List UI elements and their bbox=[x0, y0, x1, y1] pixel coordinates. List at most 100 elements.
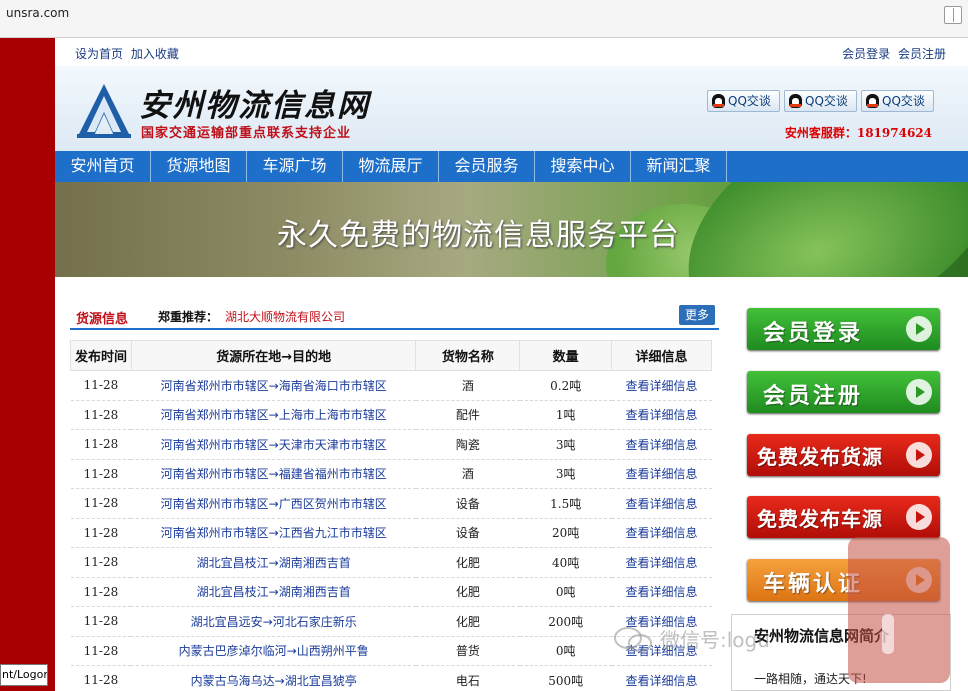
leaf-decoration bbox=[655, 182, 968, 277]
table-row: 11-28 河南省郑州市市辖区→江西省九江市市辖区 设备 20吨 查看详细信息 bbox=[70, 518, 712, 548]
cell-route-link[interactable]: 内蒙古乌海乌达→湖北宜昌猇亭 bbox=[131, 665, 416, 691]
publish-cargo-button[interactable]: 免费发布货源 bbox=[747, 434, 940, 476]
qq-chat-label: QQ交谈 bbox=[805, 94, 848, 108]
site-title[interactable]: 安州物流信息网 bbox=[139, 80, 370, 125]
cell-route-link[interactable]: 河南省郑州市市辖区→江西省九江市市辖区 bbox=[131, 518, 416, 548]
cell-quantity: 20吨 bbox=[519, 518, 612, 548]
wechat-icon bbox=[614, 627, 652, 652]
url-text[interactable]: unsra.com bbox=[6, 6, 69, 20]
cell-route-link[interactable]: 湖北宜昌枝江→湖南湘西吉首 bbox=[131, 577, 416, 607]
view-detail-link[interactable]: 查看详细信息 bbox=[611, 370, 712, 401]
cell-quantity: 0吨 bbox=[519, 577, 612, 607]
top-links-bar: 设为首页 加入收藏 会员登录 会员注册 bbox=[55, 38, 968, 66]
cell-goods: 化肥 bbox=[415, 547, 520, 578]
cell-goods: 酒 bbox=[415, 459, 520, 489]
cell-route-link[interactable]: 湖北宜昌远安→河北石家庄新乐 bbox=[131, 606, 416, 637]
table-row: 11-28 河南省郑州市市辖区→广西区贺州市市辖区 设备 1.5吨 查看详细信息 bbox=[70, 488, 712, 519]
column-header-route: 货源所在地→目的地 bbox=[130, 340, 417, 371]
nav-vehicle-square[interactable]: 车源广场 bbox=[247, 151, 343, 182]
cell-quantity: 3吨 bbox=[519, 459, 612, 489]
nav-home[interactable]: 安州首页 bbox=[55, 151, 151, 182]
add-favorite-link[interactable]: 加入收藏 bbox=[131, 47, 179, 61]
qq-penguin-icon bbox=[712, 94, 725, 108]
reader-view-icon[interactable] bbox=[944, 6, 962, 24]
cell-quantity: 500吨 bbox=[519, 665, 612, 691]
cargo-section-title[interactable]: 货源信息 bbox=[76, 308, 128, 327]
cell-route-link[interactable]: 河南省郑州市市辖区→上海市上海市市辖区 bbox=[131, 400, 416, 430]
member-login-link[interactable]: 会员登录 bbox=[842, 47, 890, 61]
button-label: 会员登录 bbox=[763, 321, 864, 346]
qq-penguin-icon bbox=[866, 94, 879, 108]
nav-logistics-hall[interactable]: 物流展厅 bbox=[343, 151, 439, 182]
table-row: 11-28 河南省郑州市市辖区→上海市上海市市辖区 配件 1吨 查看详细信息 bbox=[70, 400, 712, 430]
member-register-link[interactable]: 会员注册 bbox=[898, 47, 946, 61]
cell-route-link[interactable]: 河南省郑州市市辖区→海南省海口市市辖区 bbox=[131, 370, 416, 401]
table-row: 11-28 河南省郑州市市辖区→海南省海口市市辖区 酒 0.2吨 查看详细信息 bbox=[70, 370, 712, 401]
cell-date: 11-28 bbox=[70, 518, 132, 548]
table-row: 11-28 湖北宜昌枝江→湖南湘西吉首 化肥 40吨 查看详细信息 bbox=[70, 547, 712, 578]
view-detail-link[interactable]: 查看详细信息 bbox=[611, 547, 712, 578]
column-header-detail: 详细信息 bbox=[611, 340, 712, 371]
cell-quantity: 0.2吨 bbox=[519, 370, 612, 401]
recommend-label: 郑重推荐： bbox=[158, 310, 219, 324]
view-detail-link[interactable]: 查看详细信息 bbox=[611, 459, 712, 489]
nav-member-service[interactable]: 会员服务 bbox=[439, 151, 535, 182]
cell-date: 11-28 bbox=[70, 606, 132, 637]
nav-cargo-map[interactable]: 货源地图 bbox=[151, 151, 247, 182]
column-header-date: 发布时间 bbox=[70, 340, 132, 371]
cell-quantity: 1.5吨 bbox=[519, 488, 612, 519]
status-tooltip: nt/Logon bbox=[0, 664, 48, 686]
cell-date: 11-28 bbox=[70, 488, 132, 519]
table-row: 11-28 河南省郑州市市辖区→天津市天津市市辖区 陶瓷 3吨 查看详细信息 bbox=[70, 429, 712, 460]
qq-chat-button-2[interactable]: QQ交谈 bbox=[784, 90, 857, 112]
cell-quantity: 3吨 bbox=[519, 429, 612, 460]
member-login-button[interactable]: 会员登录 bbox=[747, 308, 940, 350]
cell-goods: 配件 bbox=[415, 400, 520, 430]
cell-date: 11-28 bbox=[70, 429, 132, 460]
arrow-right-icon bbox=[906, 504, 932, 530]
cell-goods: 酒 bbox=[415, 370, 520, 401]
button-label: 会员注册 bbox=[763, 384, 864, 409]
browser-url-bar[interactable]: unsra.com bbox=[0, 0, 968, 38]
qq-chat-button-1[interactable]: QQ交谈 bbox=[707, 90, 780, 112]
view-detail-link[interactable]: 查看详细信息 bbox=[611, 488, 712, 519]
set-homepage-link[interactable]: 设为首页 bbox=[75, 47, 123, 61]
button-label: 免费发布货源 bbox=[757, 445, 883, 469]
cell-date: 11-28 bbox=[70, 665, 132, 691]
arrow-right-icon bbox=[906, 379, 932, 405]
nav-news[interactable]: 新闻汇聚 bbox=[631, 151, 727, 182]
cell-date: 11-28 bbox=[70, 547, 132, 578]
cell-goods: 普货 bbox=[415, 636, 520, 666]
cell-date: 11-28 bbox=[70, 459, 132, 489]
cell-route-link[interactable]: 河南省郑州市市辖区→天津市天津市市辖区 bbox=[131, 429, 416, 460]
view-detail-link[interactable]: 查看详细信息 bbox=[611, 577, 712, 607]
cell-route-link[interactable]: 内蒙古巴彦淖尔临河→山西朔州平鲁 bbox=[131, 636, 416, 666]
cargo-section-header: 货源信息 郑重推荐： 湖北大顺物流有限公司 更多 bbox=[70, 300, 719, 330]
cell-goods: 设备 bbox=[415, 488, 520, 519]
qq-chat-label: QQ交谈 bbox=[882, 94, 925, 108]
cell-quantity: 1吨 bbox=[519, 400, 612, 430]
qq-chat-label: QQ交谈 bbox=[728, 94, 771, 108]
recommend-company-link[interactable]: 湖北大顺物流有限公司 bbox=[225, 308, 345, 325]
cell-goods: 设备 bbox=[415, 518, 520, 548]
cell-route-link[interactable]: 河南省郑州市市辖区→广西区贺州市市辖区 bbox=[131, 488, 416, 519]
more-button[interactable]: 更多 bbox=[679, 305, 715, 325]
cell-date: 11-28 bbox=[70, 400, 132, 430]
cell-route-link[interactable]: 湖北宜昌枝江→湖南湘西吉首 bbox=[131, 547, 416, 578]
view-detail-link[interactable]: 查看详细信息 bbox=[611, 665, 712, 691]
table-row: 11-28 河南省郑州市市辖区→福建省福州市市辖区 酒 3吨 查看详细信息 bbox=[70, 459, 712, 489]
member-register-button[interactable]: 会员注册 bbox=[747, 371, 940, 413]
table-header-row: 发布时间 货源所在地→目的地 货物名称 数量 详细信息 bbox=[70, 340, 712, 371]
view-detail-link[interactable]: 查看详细信息 bbox=[611, 429, 712, 460]
nav-search-center[interactable]: 搜索中心 bbox=[535, 151, 631, 182]
watermark-seal bbox=[848, 537, 950, 683]
cell-date: 11-28 bbox=[70, 370, 132, 401]
view-detail-link[interactable]: 查看详细信息 bbox=[611, 518, 712, 548]
qq-chat-button-3[interactable]: QQ交谈 bbox=[861, 90, 934, 112]
view-detail-link[interactable]: 查看详细信息 bbox=[611, 400, 712, 430]
hero-banner: 永久免费的物流信息服务平台 bbox=[55, 182, 968, 277]
logo-mark-icon bbox=[77, 84, 131, 138]
cell-quantity: 200吨 bbox=[519, 606, 612, 637]
publish-vehicle-button[interactable]: 免费发布车源 bbox=[747, 496, 940, 538]
cell-route-link[interactable]: 河南省郑州市市辖区→福建省福州市市辖区 bbox=[131, 459, 416, 489]
